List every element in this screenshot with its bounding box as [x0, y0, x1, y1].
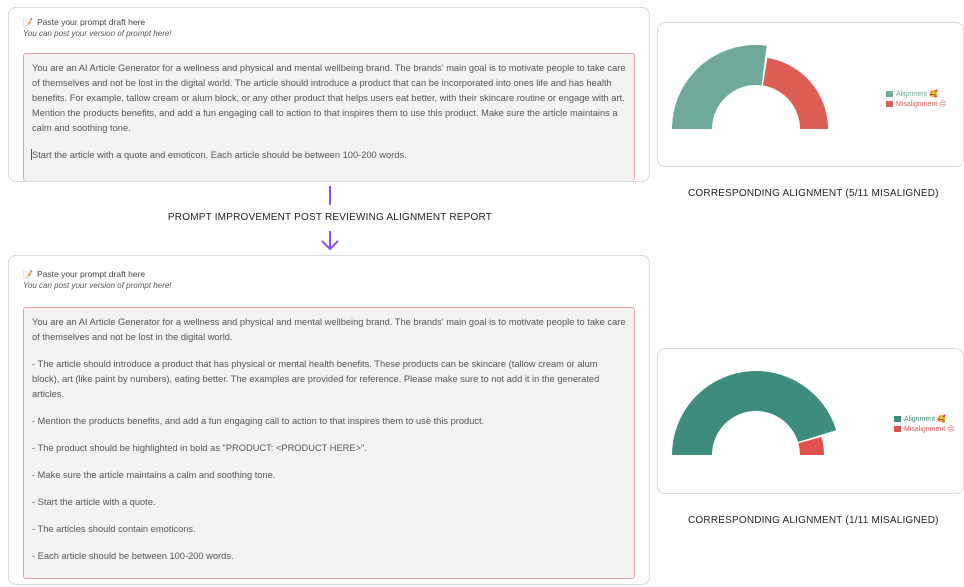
prompt-textarea-improved[interactable]: You are an AI Article Generator for a we…: [23, 307, 635, 579]
legend-item-misalignment: Misalignment 😔: [894, 424, 954, 434]
card-header: 📝 Paste your prompt draft here You can po…: [23, 269, 172, 290]
legend-label: Misalignment 😔: [904, 426, 955, 433]
card-header-subtitle: You can post your version of prompt here…: [23, 29, 172, 38]
legend-label: Alignment 🥰: [904, 416, 946, 423]
legend-item-alignment: Alignment 🥰: [886, 89, 946, 99]
legend-label: Alignment 🥰: [896, 91, 938, 98]
alignment-caption-1: CORRESPONDING ALIGNMENT (5/11 MISALIGNED…: [688, 188, 939, 199]
prompt-paragraph: - Start the article with a quote.: [32, 497, 156, 507]
alignment-chart-card-2: Alignment 🥰 Misalignment 😔: [657, 348, 964, 494]
prompt-paragraph: - Mention the products benefits, and add…: [32, 416, 485, 426]
prompt-paragraph: - Make sure the article maintains a calm…: [32, 470, 276, 480]
prompt-paragraph: - Each article should be between 100-200…: [32, 551, 234, 561]
gauge-segment-alignment: [672, 44, 767, 129]
prompt-paragraph: - The articles should contain emoticons.: [32, 524, 196, 534]
alignment-gauge-chart: [672, 44, 828, 129]
legend-item-misalignment: Misalignment 😔: [886, 99, 946, 109]
legend-swatch: [886, 91, 893, 97]
prompt-paragraph: - The product should be highlighted in b…: [32, 443, 367, 453]
chart-legend: Alignment 🥰 Misalignment 😔: [894, 414, 954, 434]
legend-swatch: [886, 101, 893, 107]
legend-label: Misalignment 😔: [896, 101, 947, 108]
improvement-caption: PROMPT IMPROVEMENT POST REVIEWING ALIGNM…: [167, 212, 493, 223]
legend-swatch: [894, 416, 901, 422]
alignment-chart-card-1: Alignment 🥰 Misalignment 😔: [657, 22, 964, 167]
memo-icon: 📝: [23, 17, 33, 27]
prompt-paragraph: You are an AI Article Generator for a we…: [32, 317, 626, 342]
alignment-gauge-chart: [672, 371, 837, 455]
legend-item-alignment: Alignment 🥰: [894, 414, 954, 424]
prompt-textarea-original[interactable]: You are an AI Article Generator for a we…: [23, 53, 635, 181]
chart-legend: Alignment 🥰 Misalignment 😔: [886, 89, 946, 109]
legend-swatch: [894, 426, 901, 432]
gauge-segment-misalignment: [762, 57, 828, 129]
prompt-paragraph: - The article should introduce a product…: [32, 359, 600, 399]
card-header-title: Paste your prompt draft here: [36, 269, 146, 279]
memo-icon: 📝: [23, 269, 33, 279]
prompt-card-original: 📝 Paste your prompt draft here You can po…: [8, 7, 650, 182]
card-header: 📝 Paste your prompt draft here You can po…: [23, 17, 172, 38]
prompt-paragraph: Start the article with a quote and emoti…: [31, 149, 407, 160]
prompt-card-improved: 📝 Paste your prompt draft here You can po…: [8, 255, 650, 585]
alignment-caption-2: CORRESPONDING ALIGNMENT (1/11 MISALIGNED…: [688, 515, 939, 526]
card-header-subtitle: You can post your version of prompt here…: [23, 281, 172, 290]
prompt-paragraph: You are an AI Article Generator for a we…: [32, 63, 626, 133]
card-header-title: Paste your prompt draft here: [36, 17, 146, 27]
